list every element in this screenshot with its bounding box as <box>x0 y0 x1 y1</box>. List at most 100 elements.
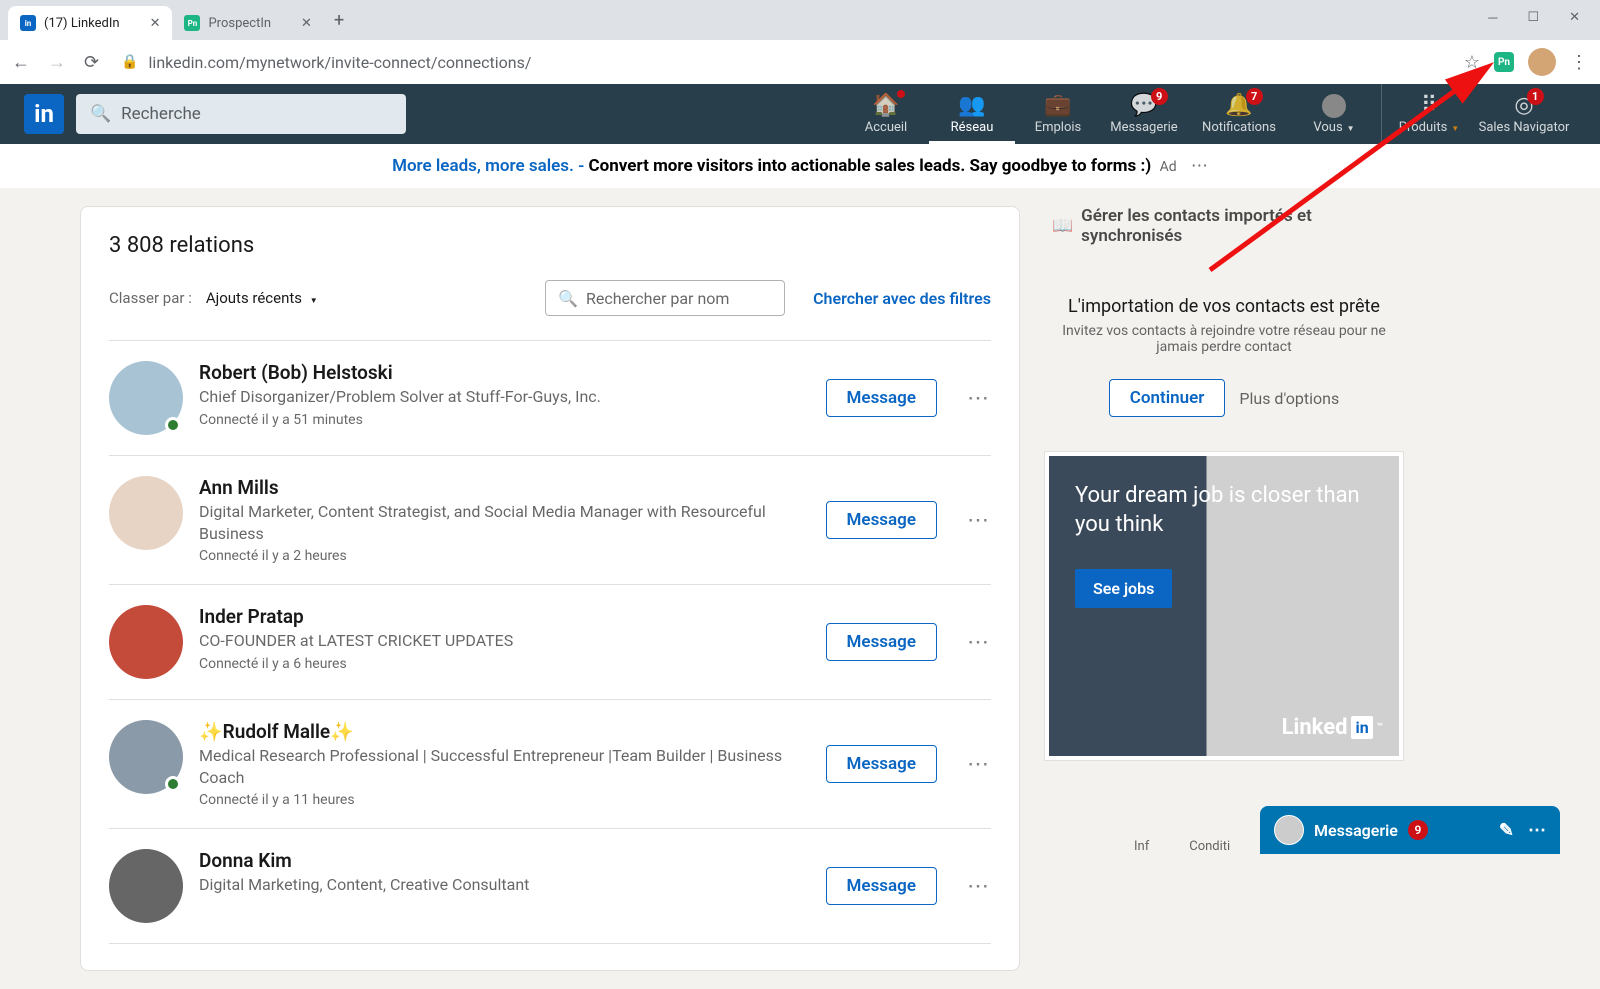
new-tab-button[interactable]: + <box>324 10 354 31</box>
nav-notifications[interactable]: 🔔7 Notifications <box>1187 84 1291 144</box>
ad-label: Ad <box>1160 159 1177 175</box>
continue-button[interactable]: Continuer <box>1109 379 1226 417</box>
message-button[interactable]: Message <box>826 501 937 539</box>
connection-name[interactable]: Inder Pratap <box>199 605 810 628</box>
more-options-link[interactable]: Plus d'options <box>1239 389 1339 408</box>
target-icon: ◎1 <box>1514 93 1533 118</box>
sort-dropdown[interactable]: Ajouts récents ▼ <box>206 289 318 307</box>
message-button[interactable]: Message <box>826 379 937 417</box>
search-icon: 🔍 <box>90 104 111 124</box>
nav-home[interactable]: 🏠 Accueil <box>843 84 929 144</box>
nav-network[interactable]: 👥 Réseau <box>929 84 1015 144</box>
connection-row: Robert (Bob) Helstoski Chief Disorganize… <box>109 340 991 456</box>
close-window-icon[interactable]: ✕ <box>1569 10 1580 26</box>
nav-me[interactable]: Vous▼ <box>1291 84 1377 144</box>
back-icon[interactable]: ← <box>12 52 30 73</box>
compose-icon[interactable]: ✎ <box>1499 820 1514 841</box>
search-input[interactable]: 🔍 Recherche <box>76 94 406 134</box>
connection-name[interactable]: ✨Rudolf Malle✨ <box>199 720 810 743</box>
connection-title: CO-FOUNDER at LATEST CRICKET UPDATES <box>199 630 810 652</box>
sidebar-ad[interactable]: Your dream job is closer than you think … <box>1044 451 1404 761</box>
tab-strip: in (17) LinkedIn ✕ Pn ProspectIn ✕ + ─ ☐… <box>0 0 1600 40</box>
star-icon[interactable]: ☆ <box>1464 52 1480 73</box>
row-menu-icon[interactable]: ⋯ <box>967 874 991 899</box>
connection-row: Donna Kim Digital Marketing, Content, Cr… <box>109 829 991 944</box>
connection-avatar[interactable] <box>109 849 183 923</box>
ad-link[interactable]: More leads, more sales. - <box>392 156 584 176</box>
message-button[interactable]: Message <box>826 745 937 783</box>
connection-name[interactable]: Robert (Bob) Helstoski <box>199 361 810 384</box>
connection-title: Chief Disorganizer/Problem Solver at Stu… <box>199 386 810 408</box>
footer-fragment: Inf Conditi <box>1134 839 1230 854</box>
nav-sales-navigator[interactable]: ◎1 Sales Navigator <box>1472 84 1576 144</box>
browser-chrome: in (17) LinkedIn ✕ Pn ProspectIn ✕ + ─ ☐… <box>0 0 1600 84</box>
right-rail: 📖 Gérer les contacts importés et synchro… <box>1044 206 1404 971</box>
connection-title: Digital Marketing, Content, Creative Con… <box>199 874 810 896</box>
connection-title: Medical Research Professional | Successf… <box>199 745 810 788</box>
tab-title: ProspectIn <box>208 16 271 31</box>
ad-body: Convert more visitors into actionable sa… <box>589 156 1152 176</box>
linkedin-favicon: in <box>20 15 36 31</box>
maximize-icon[interactable]: ☐ <box>1527 10 1539 26</box>
nav-divider <box>1381 84 1382 144</box>
browser-tab-linkedin[interactable]: in (17) LinkedIn ✕ <box>8 6 172 40</box>
see-jobs-button[interactable]: See jobs <box>1075 569 1172 608</box>
connection-avatar[interactable] <box>109 361 183 435</box>
browser-tab-prospectin[interactable]: Pn ProspectIn ✕ <box>172 6 323 40</box>
nav-jobs[interactable]: 💼 Emplois <box>1015 84 1101 144</box>
row-menu-icon[interactable]: ⋯ <box>967 386 991 411</box>
row-menu-icon[interactable]: ⋯ <box>967 508 991 533</box>
people-icon: 👥 <box>958 93 985 118</box>
connection-meta: Connecté il y a 11 heures <box>199 792 810 808</box>
extension-prospectin-icon[interactable]: Pn <box>1494 52 1514 72</box>
profile-avatar[interactable] <box>1528 48 1556 76</box>
connections-card: 3 808 relations Classer par : Ajouts réc… <box>80 206 1020 971</box>
connection-row: Inder Pratap CO-FOUNDER at LATEST CRICKE… <box>109 585 991 700</box>
linkedin-logo[interactable]: in <box>24 94 64 134</box>
nav-label: Réseau <box>951 120 994 135</box>
connection-title: Digital Marketer, Content Strategist, an… <box>199 501 810 544</box>
forward-icon[interactable]: → <box>48 52 66 73</box>
manage-contacts-link[interactable]: 📖 Gérer les contacts importés et synchro… <box>1052 206 1404 246</box>
message-button[interactable]: Message <box>826 867 937 905</box>
primary-nav: 🏠 Accueil 👥 Réseau 💼 Emplois 💬9 Messager… <box>843 84 1576 144</box>
reload-icon[interactable]: ⟳ <box>84 52 99 73</box>
dock-badge: 9 <box>1408 820 1428 840</box>
row-menu-icon[interactable]: ⋯ <box>967 752 991 777</box>
nav-label: Notifications <box>1202 120 1276 135</box>
nav-messaging[interactable]: 💬9 Messagerie <box>1101 84 1187 144</box>
window-controls: ─ ☐ ✕ <box>1488 10 1600 30</box>
nav-label: Emplois <box>1035 120 1082 135</box>
nav-label: Vous▼ <box>1313 120 1354 135</box>
nav-label: Produits▼ <box>1399 120 1459 135</box>
connection-count: 3 808 relations <box>109 233 991 258</box>
dock-menu-icon[interactable]: ⋯ <box>1528 820 1546 841</box>
presence-indicator <box>165 417 181 433</box>
url-text: linkedin.com/mynetwork/invite-connect/co… <box>149 53 532 72</box>
messaging-dock[interactable]: Messagerie 9 ✎ ⋯ <box>1260 806 1560 854</box>
search-placeholder: Recherche <box>121 104 201 124</box>
book-icon: 📖 <box>1052 216 1073 236</box>
import-contacts-box: L'importation de vos contacts est prête … <box>1044 296 1404 417</box>
filter-link[interactable]: Chercher avec des filtres <box>813 289 991 308</box>
close-icon[interactable]: ✕ <box>301 16 312 31</box>
minimize-icon[interactable]: ─ <box>1488 10 1497 26</box>
message-button[interactable]: Message <box>826 623 937 661</box>
home-icon: 🏠 <box>872 93 899 118</box>
close-icon[interactable]: ✕ <box>150 16 161 31</box>
ad-menu-icon[interactable]: ⋯ <box>1191 156 1208 176</box>
row-menu-icon[interactable]: ⋯ <box>967 630 991 655</box>
connection-avatar[interactable] <box>109 605 183 679</box>
url-bar[interactable]: 🔒 linkedin.com/mynetwork/invite-connect/… <box>113 53 1450 72</box>
search-placeholder: Rechercher par nom <box>586 289 729 308</box>
connection-avatar[interactable] <box>109 720 183 794</box>
menu-icon[interactable]: ⋮ <box>1570 52 1588 73</box>
bell-icon: 🔔7 <box>1225 93 1252 118</box>
connection-name[interactable]: Ann Mills <box>199 476 810 499</box>
search-by-name-input[interactable]: 🔍 Rechercher par nom <box>545 280 785 316</box>
prospectin-favicon: Pn <box>184 15 200 31</box>
connection-name[interactable]: Donna Kim <box>199 849 810 872</box>
nav-products[interactable]: ⠿ Produits▼ <box>1386 84 1472 144</box>
connection-avatar[interactable] <box>109 476 183 550</box>
sort-label: Classer par : <box>109 289 192 307</box>
